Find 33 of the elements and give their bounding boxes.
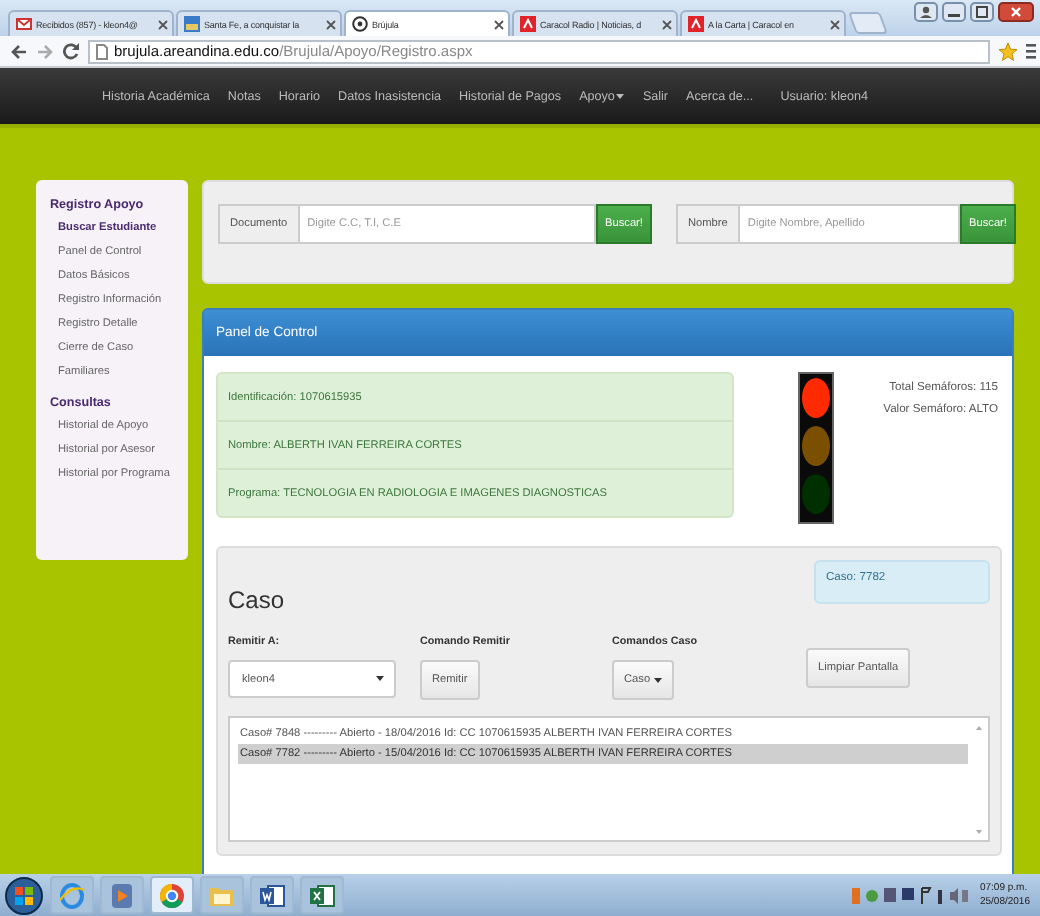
caret-icon — [376, 676, 384, 682]
document-icon — [258, 881, 286, 909]
close-icon[interactable] — [998, 2, 1034, 22]
close-icon[interactable] — [830, 19, 840, 29]
case-heading: Caso — [228, 586, 285, 614]
play-icon — [108, 881, 136, 909]
scrollbar-drawing[interactable] — [974, 724, 984, 836]
page-icon — [96, 43, 108, 59]
taskbar-button[interactable] — [300, 876, 344, 914]
maximize-icon[interactable] — [970, 2, 994, 22]
star-icon[interactable] — [998, 41, 1018, 61]
wheel-icon — [158, 881, 186, 909]
close-icon[interactable] — [494, 19, 504, 29]
caret-icon — [654, 677, 663, 683]
photo-icon — [184, 16, 200, 32]
back-arrow-icon[interactable] — [10, 43, 28, 59]
envelope-icon — [16, 16, 32, 32]
user-icon[interactable] — [914, 2, 938, 22]
menu-icon[interactable] — [1026, 42, 1036, 60]
taskbar-button[interactable] — [250, 876, 294, 914]
start-button[interactable] — [4, 875, 44, 915]
minimize-icon[interactable] — [942, 2, 966, 22]
taskbar-button[interactable] — [150, 876, 194, 914]
reload-icon[interactable] — [62, 42, 80, 60]
close-icon[interactable] — [158, 19, 168, 29]
compass-icon — [352, 16, 368, 32]
ring-icon — [58, 881, 86, 909]
square-logo-icon — [520, 16, 536, 32]
spreadsheet-icon — [308, 881, 336, 909]
square-logo-icon — [688, 16, 704, 32]
tray-icons-drawing[interactable] — [851, 885, 968, 905]
close-icon[interactable] — [662, 19, 672, 29]
close-icon[interactable] — [326, 19, 336, 29]
